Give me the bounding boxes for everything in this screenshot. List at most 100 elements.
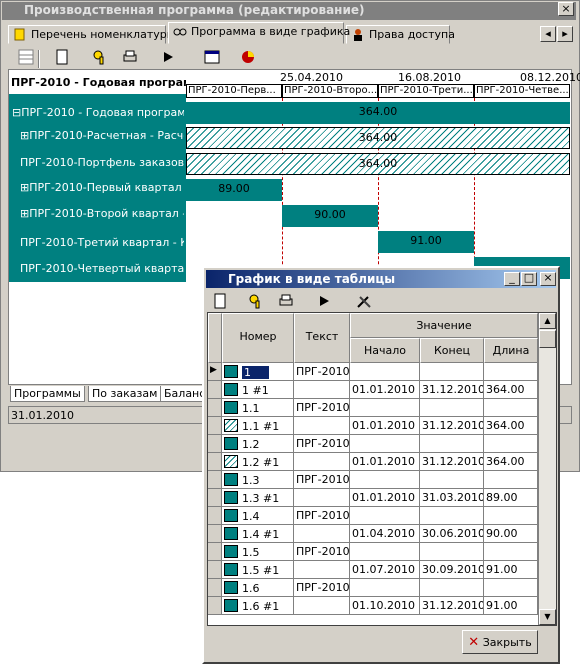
scroll-up-button[interactable]: ▲ [539, 313, 556, 329]
data-grid[interactable]: Номер Текст Значение Начало Конец Длина … [207, 312, 557, 626]
cell-length[interactable]: 89.00 [484, 489, 538, 507]
row-indicator[interactable] [208, 561, 222, 579]
cell-length[interactable] [484, 471, 538, 489]
cell-text[interactable] [294, 453, 350, 471]
cell-number[interactable]: 1.1 #1 [222, 417, 294, 435]
cell-text[interactable] [294, 525, 350, 543]
cell-end[interactable] [420, 543, 484, 561]
row-indicator[interactable] [208, 453, 222, 471]
tree-row[interactable]: ⊞ПРГ-2010-Расчетная - Расчетн [20, 129, 184, 142]
cell-length[interactable] [484, 435, 538, 453]
tab-access[interactable]: Права доступа [346, 25, 455, 44]
row-indicator[interactable] [208, 435, 222, 453]
row-indicator[interactable]: ▶ [208, 363, 222, 381]
cell-length[interactable]: 91.00 [484, 561, 538, 579]
tree-row[interactable]: ⊞ПРГ-2010-Второй квартал - Кв [20, 207, 184, 220]
cell-text[interactable] [294, 561, 350, 579]
cell-end[interactable] [420, 399, 484, 417]
tab-nomenclature[interactable]: Перечень номенклатуры [8, 25, 175, 44]
page-icon[interactable] [54, 49, 70, 65]
cell-text[interactable] [294, 597, 350, 615]
key-icon[interactable] [92, 49, 108, 65]
cell-number[interactable]: 1.6 #1 [222, 597, 294, 615]
tree-row[interactable]: ⊟ПРГ-2010 - Годовая программа [12, 106, 184, 119]
cell-end[interactable]: 31.12.2010 [420, 417, 484, 435]
cell-text[interactable]: ПРГ-2010- [294, 435, 350, 453]
cell-number[interactable]: 1.2 [222, 435, 294, 453]
cell-number[interactable]: 1.5 #1 [222, 561, 294, 579]
cell-start[interactable]: 01.07.2010 [350, 561, 420, 579]
cell-text[interactable] [294, 417, 350, 435]
scroll-down-button[interactable]: ▼ [539, 609, 556, 625]
cell-end[interactable] [420, 507, 484, 525]
key-icon[interactable] [248, 293, 264, 309]
cell-end[interactable] [420, 471, 484, 489]
cell-start[interactable] [350, 471, 420, 489]
cell-text[interactable]: ПРГ-2010 [294, 363, 350, 381]
tab-scroll-right-button[interactable]: ▸ [557, 26, 573, 42]
cell-end[interactable] [420, 435, 484, 453]
cell-length[interactable] [484, 399, 538, 417]
row-indicator[interactable] [208, 489, 222, 507]
gantt-bar[interactable]: 364.00 [186, 102, 570, 124]
cell-start[interactable] [350, 435, 420, 453]
printer-icon[interactable] [122, 49, 138, 65]
cell-text[interactable] [294, 381, 350, 399]
cell-text[interactable]: ПРГ-2010- [294, 543, 350, 561]
cell-start[interactable] [350, 399, 420, 417]
maximize-button[interactable]: □ [521, 272, 537, 286]
page-icon[interactable] [212, 293, 228, 309]
cell-number[interactable]: 1.2 #1 [222, 453, 294, 471]
tab-by-orders[interactable]: По заказам [88, 386, 162, 402]
header-number[interactable]: Номер [222, 313, 294, 363]
cell-end[interactable]: 31.03.2010 [420, 489, 484, 507]
play-icon[interactable] [316, 293, 332, 309]
scroll-thumb[interactable] [539, 330, 556, 348]
tools-icon[interactable] [356, 293, 372, 309]
cell-length[interactable]: 91.00 [484, 597, 538, 615]
play-icon[interactable] [160, 49, 176, 65]
cell-length[interactable] [484, 507, 538, 525]
cell-length[interactable] [484, 579, 538, 597]
window-icon[interactable] [204, 49, 220, 65]
tab-scroll-left-button[interactable]: ◂ [540, 26, 556, 42]
cell-number[interactable]: 1.4 [222, 507, 294, 525]
tab-programs[interactable]: Программы [10, 386, 85, 402]
cell-length[interactable]: 364.00 [484, 381, 538, 399]
cell-start[interactable]: 01.04.2010 [350, 525, 420, 543]
row-indicator[interactable] [208, 471, 222, 489]
cell-start[interactable]: 01.01.2010 [350, 453, 420, 471]
cell-number[interactable]: 1.6 [222, 579, 294, 597]
cell-text[interactable]: ПРГ-2010- [294, 579, 350, 597]
gantt-bar[interactable]: 90.00 [282, 205, 378, 227]
tree-row[interactable]: ⊞ПРГ-2010-Первый квартал - Кв [20, 181, 184, 194]
cell-length[interactable] [484, 543, 538, 561]
vertical-scrollbar[interactable]: ▲ ▼ [538, 313, 556, 625]
gantt-bar[interactable]: 89.00 [186, 179, 282, 201]
cell-length[interactable]: 90.00 [484, 525, 538, 543]
cell-number[interactable]: 1.5 [222, 543, 294, 561]
cell-start[interactable]: 01.01.2010 [350, 381, 420, 399]
cell-start[interactable]: 01.10.2010 [350, 597, 420, 615]
printer-icon[interactable] [278, 293, 294, 309]
cell-number[interactable]: 1.3 #1 [222, 489, 294, 507]
cell-text[interactable]: ПРГ-2010- [294, 471, 350, 489]
cell-text[interactable]: ПРГ-2010- [294, 399, 350, 417]
cell-text[interactable]: ПРГ-2010- [294, 507, 350, 525]
cell-number[interactable]: 1.1 [222, 399, 294, 417]
cell-start[interactable]: 01.01.2010 [350, 489, 420, 507]
cell-number[interactable]: 1.4 #1 [222, 525, 294, 543]
cell-start[interactable] [350, 363, 420, 381]
cell-text[interactable] [294, 489, 350, 507]
cell-end[interactable]: 31.12.2010 [420, 381, 484, 399]
cell-end[interactable]: 30.09.2010 [420, 561, 484, 579]
cell-number[interactable]: 1 [222, 363, 294, 381]
row-indicator[interactable] [208, 507, 222, 525]
tree-row[interactable]: ПРГ-2010-Четвертый квартал - К [20, 262, 184, 275]
tree-row[interactable]: ПРГ-2010-Третий квартал - Квар [20, 236, 184, 249]
header-length[interactable]: Длина [484, 338, 538, 363]
cell-end[interactable] [420, 363, 484, 381]
row-indicator[interactable] [208, 543, 222, 561]
cell-end[interactable]: 30.06.2010 [420, 525, 484, 543]
cell-end[interactable]: 31.12.2010 [420, 597, 484, 615]
